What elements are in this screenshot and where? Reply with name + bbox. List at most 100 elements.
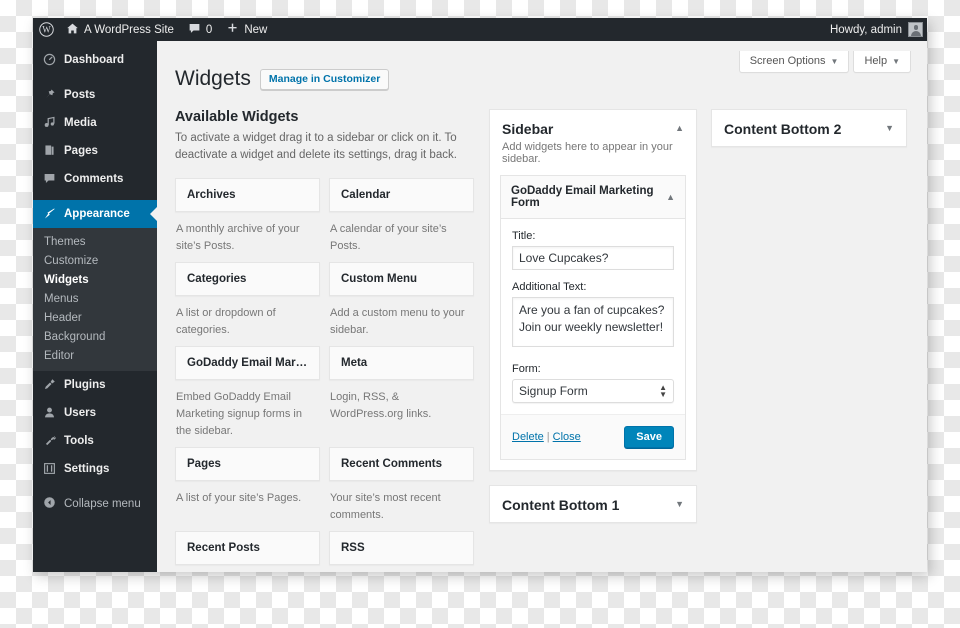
sidebar-item-label: Dashboard: [64, 54, 125, 66]
wordpress-logo-icon[interactable]: W: [33, 18, 59, 41]
plus-icon: [226, 22, 239, 38]
widget-instance-godaddy-email-marketing-form: GoDaddy Email Marketing Form ▲ Title: Lo…: [500, 175, 686, 460]
sidebar-item-tools[interactable]: Tools: [33, 427, 157, 455]
appearance-submenu: Themes Customize Widgets Menus Header Ba…: [33, 228, 157, 371]
admin-bar-account[interactable]: Howdy, admin: [830, 22, 927, 37]
sidebar-item-label: Posts: [64, 89, 96, 101]
available-widgets-column: Available Widgets To activate a widget d…: [175, 109, 475, 572]
sidebar-areas: Sidebar ▲ Add widgets here to appear in …: [489, 109, 911, 572]
widget-description: A calendar of your site’s Posts.: [330, 222, 447, 252]
sidebar-item-posts[interactable]: Posts: [33, 81, 157, 109]
additional-text-field-group: Additional Text: Are you a fan of cupcak…: [512, 281, 674, 352]
admin-bar-site-name[interactable]: A WordPress Site: [59, 18, 181, 41]
sidebar-item-dashboard[interactable]: Dashboard: [33, 46, 157, 74]
form-select[interactable]: Signup Form: [512, 379, 674, 403]
sidebar-item-label: Appearance: [64, 208, 130, 220]
widget-card[interactable]: Recent Posts: [175, 530, 320, 565]
submenu-item-background[interactable]: Background: [33, 327, 157, 346]
help-button[interactable]: Help ▼: [853, 51, 911, 73]
avatar: [908, 22, 923, 37]
widgets-page-content: Screen Options ▼ Help ▼ Widgets Manage i…: [157, 41, 927, 572]
sidebar-item-label: Pages: [64, 145, 98, 157]
new-label: New: [244, 23, 268, 36]
widget-area-body: GoDaddy Email Marketing Form ▲ Title: Lo…: [490, 175, 696, 470]
help-label: Help: [864, 55, 888, 67]
widget-entry: GoDaddy Email Marketin… Embed GoDaddy Em…: [175, 345, 320, 440]
submenu-item-themes[interactable]: Themes: [33, 232, 157, 251]
collapse-menu-button[interactable]: Collapse menu: [33, 490, 157, 518]
sidebar-item-label: Settings: [64, 463, 110, 475]
widget-area-title: Content Bottom 1: [502, 497, 620, 513]
additional-text-field-label: Additional Text:: [512, 281, 587, 293]
save-button[interactable]: Save: [624, 426, 674, 448]
sidebar-item-media[interactable]: Media: [33, 109, 157, 137]
widget-card[interactable]: GoDaddy Email Marketin…: [175, 345, 320, 380]
collapse-menu-label: Collapse menu: [64, 498, 141, 510]
widget-area-title: Content Bottom 2: [724, 121, 842, 137]
comments-count: 0: [205, 23, 213, 36]
dashboard-icon: [42, 53, 56, 68]
widget-area-header[interactable]: Content Bottom 2 ▼: [712, 110, 906, 146]
svg-text:W: W: [42, 25, 51, 35]
widget-entry: Calendar A calendar of your site’s Posts…: [329, 177, 474, 255]
form-field-label: Form:: [512, 363, 541, 375]
widget-card[interactable]: Archives: [175, 177, 320, 212]
sidebar-item-pages[interactable]: Pages: [33, 137, 157, 165]
widget-description: A monthly archive of your site’s Posts.: [176, 222, 300, 252]
sidebar-item-users[interactable]: Users: [33, 399, 157, 427]
sidebar-column-1: Sidebar ▲ Add widgets here to appear in …: [489, 109, 697, 572]
plug-icon: [42, 378, 56, 393]
admin-bar-comments[interactable]: 0: [181, 18, 219, 41]
sidebar-column-2: Content Bottom 2 ▼: [711, 109, 907, 572]
title-input[interactable]: [512, 246, 674, 270]
chevron-down-icon[interactable]: ▼: [669, 497, 684, 511]
admin-bar-new[interactable]: New: [219, 18, 274, 41]
submenu-item-editor[interactable]: Editor: [33, 346, 157, 365]
manage-in-customizer-button[interactable]: Manage in Customizer: [259, 68, 390, 90]
admin-menu-sidebar: Dashboard Posts Media Pages Comments App…: [33, 41, 158, 572]
site-name-label: A WordPress Site: [84, 23, 174, 36]
sliders-icon: [42, 462, 56, 477]
additional-text-textarea[interactable]: Are you a fan of cupcakes? Join our week…: [512, 297, 674, 347]
submenu-item-customize[interactable]: Customize: [33, 251, 157, 270]
widget-description: A list of your site’s Pages.: [176, 491, 302, 504]
widget-area-header[interactable]: Content Bottom 1 ▼: [490, 486, 696, 522]
submenu-item-widgets[interactable]: Widgets: [33, 270, 157, 289]
available-widgets-heading: Available Widgets: [175, 109, 299, 125]
widget-area-content-bottom-1: Content Bottom 1 ▼: [489, 485, 697, 523]
page-title: Widgets: [175, 67, 251, 90]
delete-link[interactable]: Delete: [512, 431, 544, 443]
widget-card[interactable]: Custom Menu: [329, 261, 474, 296]
widget-instance-header[interactable]: GoDaddy Email Marketing Form ▲: [501, 176, 685, 219]
chevron-down-icon[interactable]: ▼: [879, 121, 894, 135]
widget-card[interactable]: Recent Comments: [329, 446, 474, 481]
widget-entry: RSS Entries from any RSS or Atom feed.: [329, 530, 474, 572]
sidebar-item-label: Users: [64, 407, 96, 419]
widget-instance-body: Title: Additional Text: Are you a fan of…: [501, 219, 685, 459]
submenu-item-menus[interactable]: Menus: [33, 289, 157, 308]
widget-card[interactable]: Pages: [175, 446, 320, 481]
widget-entry: Archives A monthly archive of your site’…: [175, 177, 320, 255]
media-icon: [42, 116, 56, 131]
chevron-up-icon[interactable]: ▲: [669, 121, 684, 135]
menu-divider: [33, 193, 157, 200]
widget-card[interactable]: RSS: [329, 530, 474, 565]
widget-card[interactable]: Calendar: [329, 177, 474, 212]
widget-card[interactable]: Categories: [175, 261, 320, 296]
sidebar-item-settings[interactable]: Settings: [33, 455, 157, 483]
widget-actions: Delete | Close: [512, 431, 581, 443]
screen-options-button[interactable]: Screen Options ▼: [738, 51, 850, 73]
submenu-item-header[interactable]: Header: [33, 308, 157, 327]
chevron-down-icon: ▼: [830, 56, 839, 66]
title-field-label: Title:: [512, 230, 536, 242]
sidebar-item-plugins[interactable]: Plugins: [33, 371, 157, 399]
widget-description: Add a custom menu to your sidebar.: [330, 306, 465, 336]
available-widgets-grid: Archives A monthly archive of your site’…: [175, 177, 475, 573]
close-link[interactable]: Close: [553, 431, 581, 443]
sidebar-item-comments[interactable]: Comments: [33, 165, 157, 193]
sidebar-item-appearance[interactable]: Appearance: [33, 200, 158, 228]
chevron-up-icon[interactable]: ▲: [660, 190, 675, 204]
admin-bar: W A WordPress Site 0 New Howdy, admin: [33, 18, 927, 41]
widgets-layout: Available Widgets To activate a widget d…: [175, 109, 911, 572]
widget-card[interactable]: Meta: [329, 345, 474, 380]
